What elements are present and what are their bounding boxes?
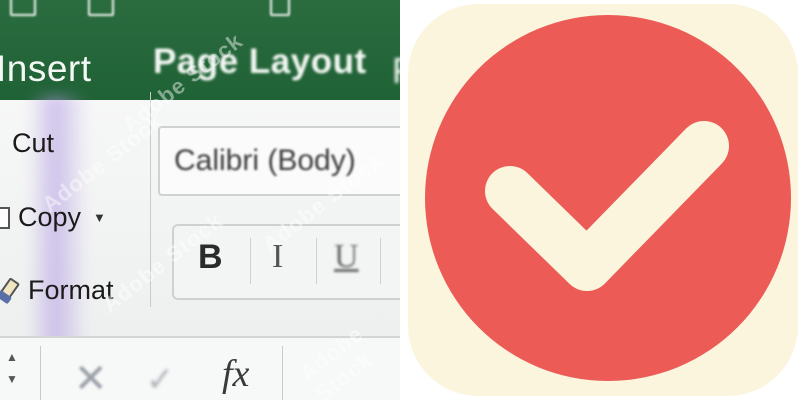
formula-bar: ▲ ▼ ✕ ✓ fx [0,336,400,400]
format-button-group: B I U [172,224,400,300]
format-label: Format [28,275,114,305]
tab-icon [10,0,36,16]
italic-button[interactable]: I [272,238,283,276]
bold-button[interactable]: B [198,238,223,277]
tab-page-layout[interactable]: Page Layout [153,42,367,82]
underline-button[interactable]: U [334,238,359,276]
formula-divider [40,346,41,400]
copy-icon [0,206,10,229]
app-icon-tile [408,4,798,396]
tab-partial[interactable]: F [392,50,400,92]
excel-ribbon-photo: Insert Page Layout F Cut Copy ▼ Format C… [0,0,400,400]
name-box-stepper[interactable]: ▲ ▼ [6,346,18,390]
checkmark-app-panel [400,0,800,400]
formula-divider [282,346,283,400]
format-painter-button[interactable]: Format [0,275,114,306]
button-divider [380,238,381,284]
button-divider [316,238,317,284]
paintbrush-icon [0,281,16,301]
cut-button[interactable]: Cut [12,128,54,159]
font-name-dropdown[interactable]: Calibri (Body) [158,126,400,196]
copy-label: Copy [18,202,82,232]
tab-icon [270,0,290,16]
button-divider [250,238,251,284]
tab-insert[interactable]: Insert [0,48,92,90]
cut-label: Cut [12,128,55,158]
chevron-down-icon[interactable]: ▼ [93,210,106,225]
cancel-icon[interactable]: ✕ [74,356,108,400]
insert-function-button[interactable]: fx [222,352,249,396]
group-divider [150,92,151,307]
tab-icon [88,0,114,16]
copy-button[interactable]: Copy ▼ [0,202,106,233]
ribbon-tab-bar: Insert Page Layout F [0,0,400,100]
checkmark-icon [485,121,729,291]
enter-check-icon[interactable]: ✓ [146,360,175,400]
font-name-value: Calibri (Body) [174,144,356,177]
